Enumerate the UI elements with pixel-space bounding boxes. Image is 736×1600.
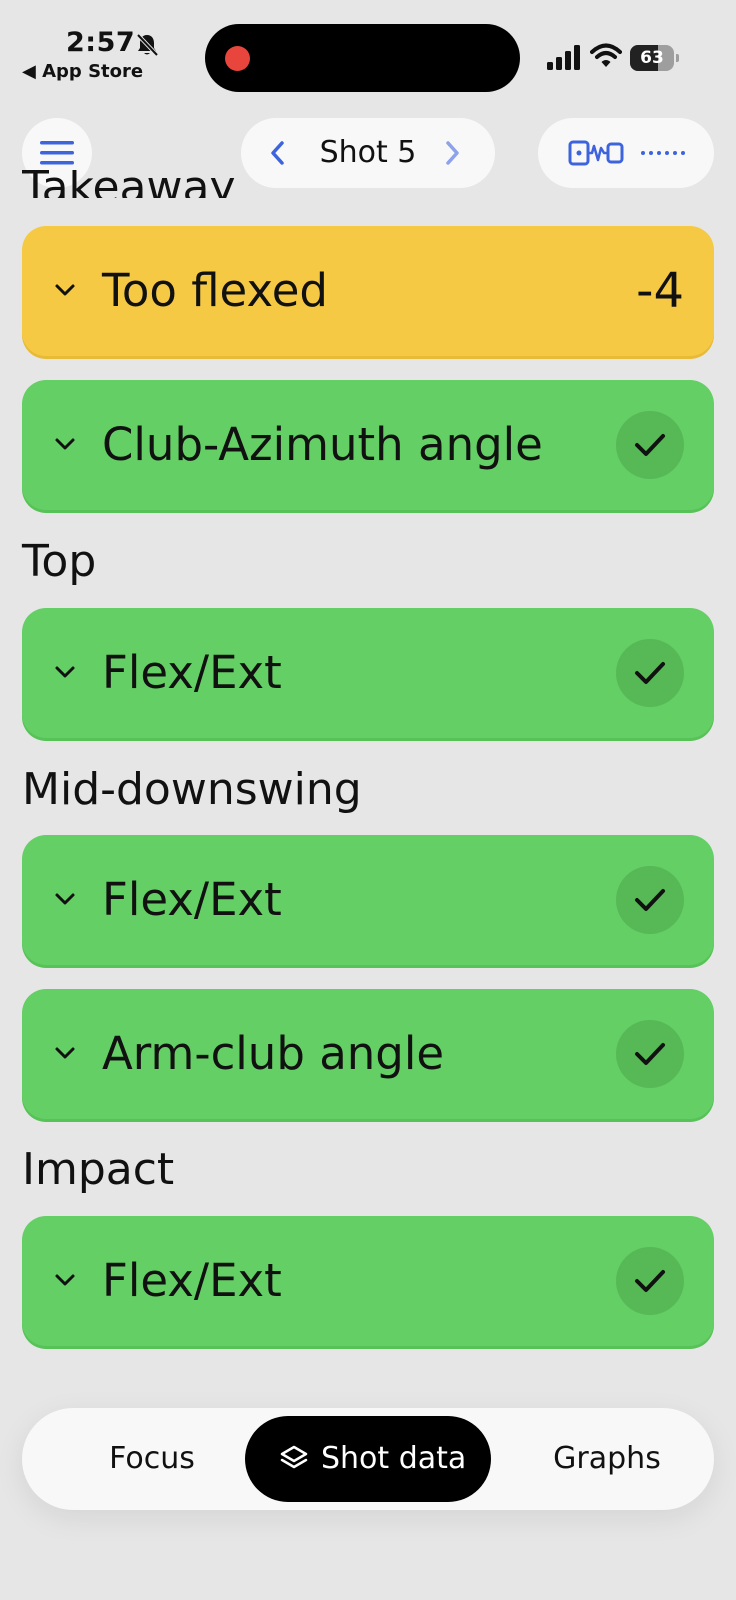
checkmark-badge — [616, 1020, 684, 1088]
section-takeaway-clip: Takeaway — [22, 170, 714, 198]
metric-label: Arm-club angle — [102, 1027, 445, 1080]
metric-label: Flex/Ext — [102, 873, 282, 926]
more-dots-icon — [641, 151, 685, 155]
metric-card-impact-flex-ext[interactable]: Flex/Ext — [22, 1216, 714, 1346]
shot-data-list: Takeaway Too flexed -4 Club-Azimuth angl… — [22, 170, 714, 1350]
checkmark-icon — [635, 1270, 665, 1292]
cellular-signal-icon — [547, 45, 580, 70]
back-arrow-icon: ◀ — [22, 61, 43, 82]
next-shot-button[interactable] — [437, 138, 467, 168]
metric-score: -4 — [636, 263, 684, 319]
checkmark-badge — [616, 639, 684, 707]
battery-tip — [676, 54, 679, 62]
metric-card-mid-flex-ext[interactable]: Flex/Ext — [22, 835, 714, 965]
chevron-down-icon — [55, 284, 75, 296]
checkmark-icon — [635, 662, 665, 684]
sensor-device-icon — [568, 140, 624, 166]
chevron-down-icon — [55, 438, 75, 450]
metric-card-too-flexed[interactable]: Too flexed -4 — [22, 226, 714, 356]
section-title-impact: Impact — [22, 1144, 175, 1195]
metric-label: Flex/Ext — [102, 646, 282, 699]
chevron-down-icon — [55, 1047, 75, 1059]
back-to-app-link[interactable]: ◀ App Store — [22, 61, 143, 82]
battery-icon: 63 — [630, 45, 674, 71]
chevron-down-icon — [55, 893, 75, 905]
metric-label: Club-Azimuth angle — [102, 418, 543, 471]
dynamic-island — [205, 24, 520, 92]
recording-indicator-icon — [225, 46, 250, 71]
checkmark-badge — [616, 866, 684, 934]
metric-card-top-flex-ext[interactable]: Flex/Ext — [22, 608, 714, 738]
checkmark-badge — [616, 1247, 684, 1315]
checkmark-badge — [616, 411, 684, 479]
battery-percent: 63 — [640, 48, 664, 68]
metric-card-arm-club-angle[interactable]: Arm-club angle — [22, 989, 714, 1119]
chevron-down-icon — [55, 666, 75, 678]
chevron-down-icon — [55, 1274, 75, 1286]
status-bar: 2:57 ◀ App Store 63 — [0, 0, 736, 100]
metric-label: Flex/Ext — [102, 1254, 282, 1307]
checkmark-icon — [635, 434, 665, 456]
tab-graphs[interactable]: Graphs — [522, 1408, 692, 1510]
wifi-icon — [590, 43, 622, 67]
checkmark-icon — [635, 889, 665, 911]
bottom-tab-bar: Focus Shot data Graphs — [22, 1408, 714, 1510]
silent-bell-icon — [136, 33, 159, 57]
section-title-top: Top — [22, 536, 97, 587]
section-title-mid-downswing: Mid-downswing — [22, 764, 362, 815]
metric-card-club-azimuth-angle[interactable]: Club-Azimuth angle — [22, 380, 714, 510]
battery-indicator: 63 — [630, 45, 680, 71]
hamburger-menu-icon — [40, 141, 74, 165]
tab-shot-data[interactable]: Shot data — [245, 1416, 491, 1502]
tab-shot-data-label: Shot data — [321, 1441, 467, 1476]
tab-focus[interactable]: Focus — [62, 1408, 242, 1510]
section-title-takeaway: Takeaway — [22, 170, 236, 198]
status-time: 2:57 — [66, 27, 136, 58]
metric-label: Too flexed — [102, 264, 328, 317]
checkmark-icon — [635, 1043, 665, 1065]
layers-icon — [280, 1445, 308, 1469]
